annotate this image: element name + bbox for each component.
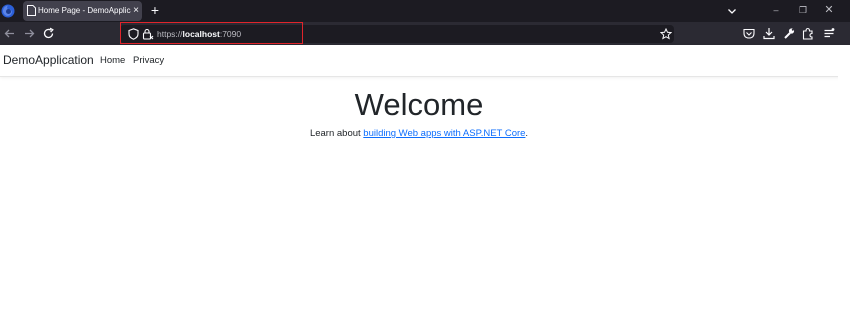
tabs-list-chevron-icon[interactable] — [726, 5, 738, 17]
reload-icon[interactable] — [42, 27, 55, 40]
back-icon[interactable] — [3, 27, 16, 40]
address-bar[interactable]: https://localhost:7090 — [120, 25, 674, 43]
url-scheme: https:// — [157, 29, 183, 39]
nav-link-home[interactable]: Home — [100, 54, 125, 67]
page-icon — [27, 5, 36, 16]
pocket-icon[interactable] — [743, 27, 755, 40]
intro-suffix: . — [525, 128, 529, 139]
tab-title: Home Page - DemoApplication — [38, 6, 131, 15]
extensions-icon[interactable] — [802, 27, 814, 40]
site-brand[interactable]: DemoApplication — [3, 53, 94, 68]
forward-icon[interactable] — [23, 27, 36, 40]
window-restore-button[interactable]: ❐ — [796, 3, 810, 17]
tab-close-button[interactable]: × — [131, 4, 141, 18]
site-navbar: DemoApplication Home Privacy — [0, 45, 850, 77]
window-close-button[interactable]: ✕ — [822, 3, 836, 17]
lock-icon[interactable] — [142, 28, 154, 40]
nav-link-privacy[interactable]: Privacy — [133, 54, 164, 67]
intro-prefix: Learn about — [309, 128, 364, 139]
menu-icon[interactable] — [823, 27, 835, 40]
firefox-logo-icon[interactable] — [1, 4, 15, 18]
new-tab-button[interactable]: + — [148, 2, 162, 18]
browser-toolbar: https://localhost:7090 — [0, 22, 850, 45]
url-text[interactable]: https://localhost:7090 — [157, 28, 241, 40]
url-port: :7090 — [219, 29, 242, 39]
intro-text: Learn about building Web apps with ASP.N… — [0, 127, 838, 140]
aspnet-docs-link[interactable]: building Web apps with ASP.NET Core — [363, 128, 525, 139]
shield-icon[interactable] — [128, 28, 139, 40]
page-right-edge — [838, 45, 850, 326]
window-minimize-button[interactable]: – — [769, 3, 783, 17]
browser-tab-bar: Home Page - DemoApplication × + – ❐ ✕ — [0, 0, 850, 22]
page-title: Welcome — [354, 87, 484, 122]
url-host: localhost — [182, 29, 220, 39]
wrench-icon[interactable] — [783, 27, 795, 40]
downloads-icon[interactable] — [763, 27, 775, 40]
bookmark-star-icon[interactable] — [660, 28, 672, 40]
browser-tab-active[interactable]: Home Page - DemoApplication × — [23, 1, 142, 21]
